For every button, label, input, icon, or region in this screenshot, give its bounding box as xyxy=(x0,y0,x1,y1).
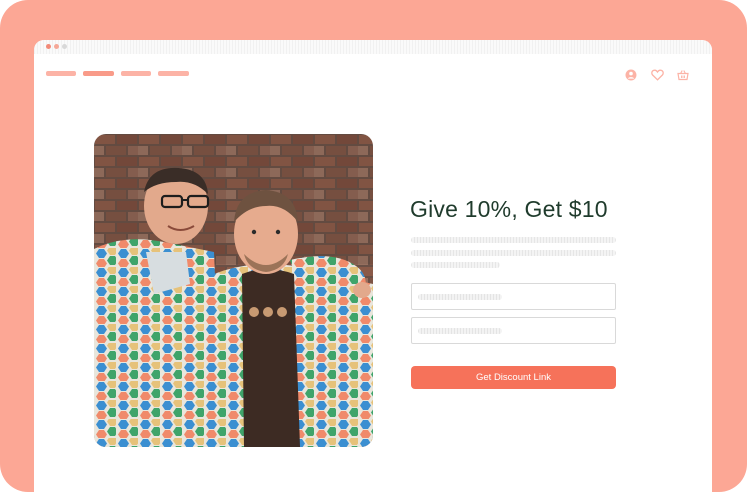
window-titlebar xyxy=(34,40,712,54)
heart-icon[interactable] xyxy=(651,68,664,81)
description-line xyxy=(411,262,500,268)
window-minimize-dot[interactable] xyxy=(54,44,59,49)
field-placeholder xyxy=(418,294,502,300)
basket-icon[interactable] xyxy=(677,68,689,81)
nav-link-3[interactable] xyxy=(121,71,151,76)
promo-photo xyxy=(94,134,373,447)
nav-link-2-active[interactable] xyxy=(83,71,114,76)
get-discount-link-button[interactable]: Get Discount Link xyxy=(411,366,616,389)
form-field-1[interactable] xyxy=(411,283,616,310)
window-close-dot[interactable] xyxy=(46,44,51,49)
description-line xyxy=(411,250,616,256)
promo-headline: Give 10%, Get $10 xyxy=(410,196,608,222)
browser-window: Give 10%, Get $10 Get Discount Link xyxy=(34,40,712,492)
window-maximize-dot[interactable] xyxy=(62,44,67,49)
field-placeholder xyxy=(418,328,502,334)
form-field-2[interactable] xyxy=(411,317,616,344)
nav-link-1[interactable] xyxy=(46,71,76,76)
device-frame: Give 10%, Get $10 Get Discount Link xyxy=(0,0,747,492)
account-icon[interactable] xyxy=(625,68,637,81)
description-line xyxy=(411,237,616,243)
nav-link-4[interactable] xyxy=(158,71,189,76)
